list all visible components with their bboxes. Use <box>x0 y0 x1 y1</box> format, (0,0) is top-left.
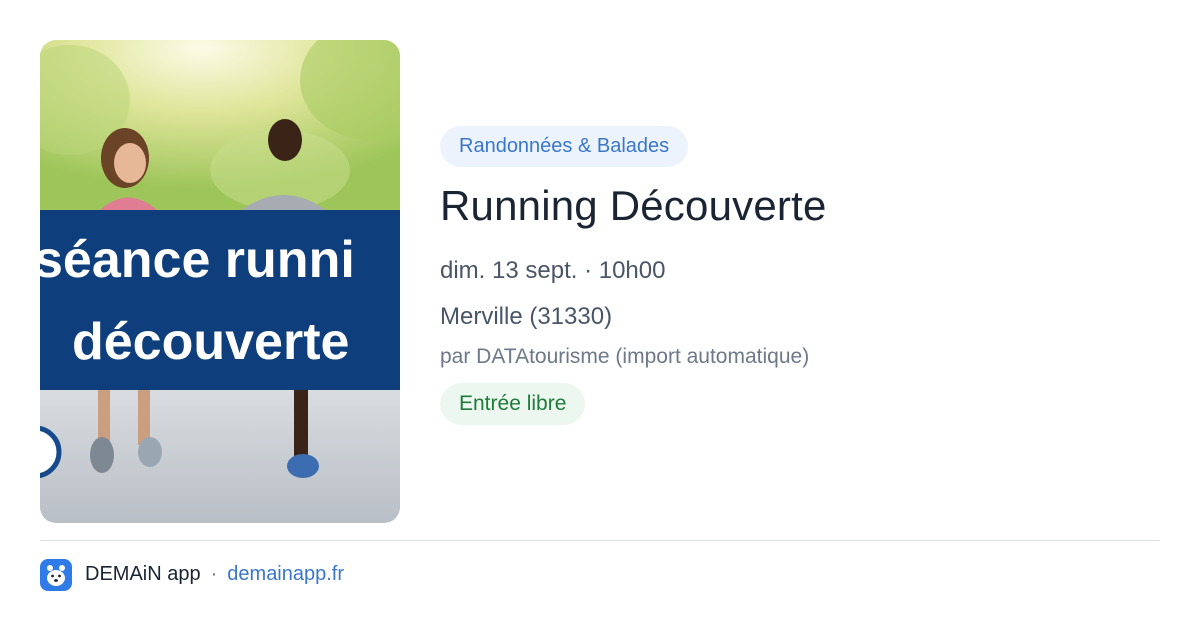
app-logo-icon[interactable] <box>40 558 72 591</box>
price-badge: Entrée libre <box>440 383 586 425</box>
banner-text-line2: découverte <box>72 313 350 371</box>
app-website-link[interactable]: demainapp.fr <box>227 563 344 586</box>
app-name: DEMAiN app <box>85 563 201 585</box>
category-badge[interactable]: Randonnées & Balades <box>440 126 689 167</box>
event-image[interactable]: séance runni découverte <box>40 40 400 523</box>
event-title[interactable]: Running Découverte <box>440 182 1160 230</box>
event-info: Randonnées & Balades Running Découverte … <box>440 126 1160 425</box>
banner-text-line1: séance runni <box>40 231 355 289</box>
footer-separator: · <box>210 563 218 585</box>
event-location: Merville (31330) <box>440 303 613 330</box>
footer-divider <box>40 540 1160 541</box>
event-source: par DATAtourisme (import automatique) <box>440 345 810 368</box>
footer: DEMAiN app · demainapp.fr <box>40 558 344 591</box>
event-datetime: dim. 13 sept. · 10h00 <box>440 257 666 284</box>
